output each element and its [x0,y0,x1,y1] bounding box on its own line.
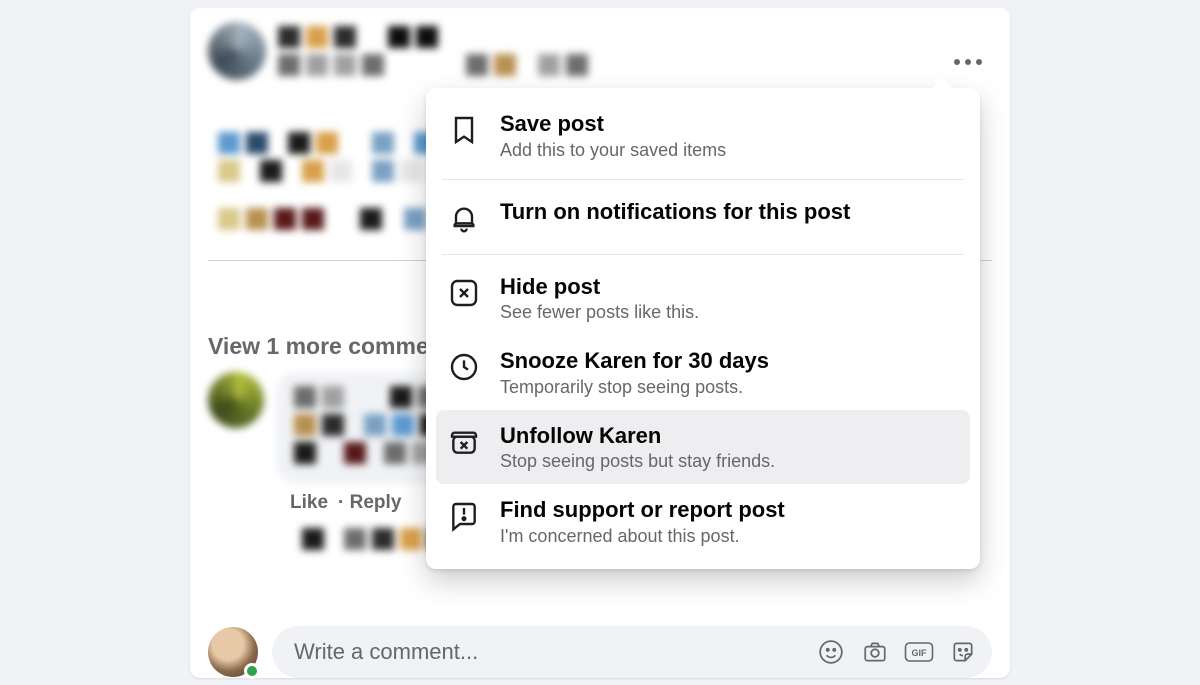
menu-unfollow-sub: Stop seeing posts but stay friends. [500,451,775,472]
menu-save-sub: Add this to your saved items [500,140,726,161]
comment-author-avatar[interactable] [208,372,264,428]
menu-hide-sub: See fewer posts like this. [500,302,699,323]
post-options-menu: Save post Add this to your saved items T… [426,88,980,569]
report-icon [448,500,482,534]
camera-icon[interactable] [860,637,890,667]
my-avatar[interactable] [208,627,258,677]
sticker-icon[interactable] [948,637,978,667]
presence-indicator [244,663,260,679]
menu-save-post[interactable]: Save post Add this to your saved items [436,98,970,173]
menu-unfollow[interactable]: Unfollow Karen Stop seeing posts but sta… [436,410,970,485]
x-box-icon [448,277,482,311]
post-header [208,22,992,82]
clock-icon [448,351,482,385]
comment-placeholder: Write a comment... [294,639,478,665]
archive-x-icon [448,426,482,460]
composer-icons: GIF [816,637,978,667]
post-options-button[interactable] [948,42,988,82]
menu-notifications[interactable]: Turn on notifications for this post [436,186,970,248]
menu-unfollow-title: Unfollow Karen [500,422,775,450]
menu-notify-title: Turn on notifications for this post [500,198,850,226]
menu-save-title: Save post [500,110,726,138]
menu-report-title: Find support or report post [500,496,785,524]
comment-like-button[interactable]: Like [290,492,328,514]
comment-composer: Write a comment... GIF [208,626,992,678]
post-author-avatar[interactable] [208,22,266,80]
post-author-name[interactable] [278,22,588,82]
gif-icon[interactable]: GIF [904,637,934,667]
menu-snooze-sub: Temporarily stop seeing posts. [500,377,769,398]
comment-input[interactable]: Write a comment... GIF [272,626,992,678]
bell-icon [448,202,482,236]
menu-separator [442,179,964,180]
menu-hide-title: Hide post [500,273,699,301]
menu-snooze[interactable]: Snooze Karen for 30 days Temporarily sto… [436,335,970,410]
bookmark-icon [448,114,482,148]
emoji-icon[interactable] [816,637,846,667]
menu-separator [442,254,964,255]
menu-hide-post[interactable]: Hide post See fewer posts like this. [436,261,970,336]
menu-report-sub: I'm concerned about this post. [500,526,785,547]
comment-reply-button[interactable]: Reply [338,492,401,514]
menu-snooze-title: Snooze Karen for 30 days [500,347,769,375]
menu-report[interactable]: Find support or report post I'm concerne… [436,484,970,559]
svg-text:GIF: GIF [912,648,928,658]
